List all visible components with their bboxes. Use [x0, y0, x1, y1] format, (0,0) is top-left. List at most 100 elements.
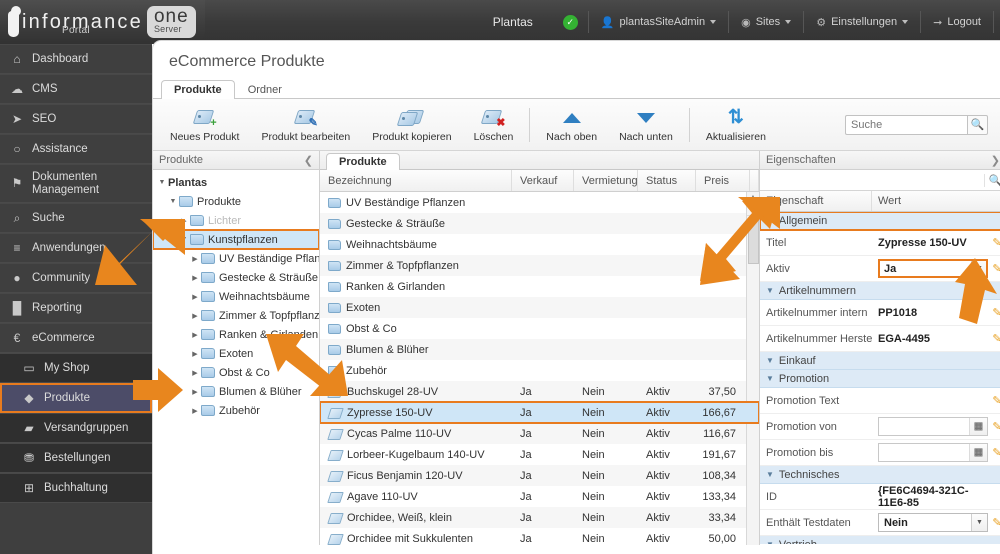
- property-row[interactable]: Promotion Text ✎: [760, 388, 1000, 414]
- grid-tab-produkte[interactable]: Produkte: [326, 153, 400, 170]
- tree-node-obst-co[interactable]: ▶ Obst & Co: [153, 363, 319, 382]
- chevron-right-icon[interactable]: ▶: [189, 407, 201, 415]
- chevron-right-icon[interactable]: ▶: [189, 255, 201, 263]
- pencil-edit-icon[interactable]: ✎: [988, 236, 1000, 249]
- column-header-bezeichnung[interactable]: Bezeichnung: [320, 170, 512, 191]
- column-header-verkauf[interactable]: Verkauf: [512, 170, 574, 191]
- move-up-button[interactable]: Nach oben: [535, 107, 608, 143]
- tree-node-lichter[interactable]: ▶ Lichter: [153, 211, 319, 230]
- column-header-preis[interactable]: Preis: [696, 170, 750, 191]
- tree-node-blumen-bl-her[interactable]: ▶ Blumen & Blüher: [153, 382, 319, 401]
- grid-scrollbar[interactable]: ▲ ▲: [746, 192, 759, 545]
- user-menu[interactable]: 👤 plantasSiteAdmin: [587, 11, 728, 33]
- sidebar-item-community[interactable]: ● Community: [0, 263, 152, 293]
- sidebar-item-produkte[interactable]: ◆ Produkte: [0, 383, 152, 413]
- tree-node-weihnachtsb-ume[interactable]: ▶ Weihnachtsbäume: [153, 287, 319, 306]
- sidebar-item-dashboard[interactable]: ⌂ Dashboard: [0, 44, 152, 74]
- chevron-down-icon[interactable]: ▼: [971, 260, 987, 277]
- property-section-vertrieb[interactable]: ▼ Vertrieb: [760, 536, 1000, 544]
- property-date-field[interactable]: ▦: [878, 417, 988, 436]
- chevron-right-icon[interactable]: ▶: [189, 388, 201, 396]
- property-dropdown[interactable]: Ja ▼: [878, 259, 988, 278]
- table-row[interactable]: Exoten: [320, 297, 759, 318]
- property-dropdown[interactable]: Nein ▼: [878, 513, 988, 532]
- property-row[interactable]: Artikelnummer Hersteller EGA-4495 ✎: [760, 326, 1000, 352]
- chevron-right-icon[interactable]: ▶: [189, 369, 201, 377]
- chevron-right-icon[interactable]: ▶: [189, 331, 201, 339]
- tree-node-produkte[interactable]: ▼ Produkte: [153, 192, 319, 211]
- table-row[interactable]: Blumen & Blüher: [320, 339, 759, 360]
- tree-node-zimmer-topfpflanzen[interactable]: ▶ Zimmer & Topfpflanzen: [153, 306, 319, 325]
- pencil-edit-icon[interactable]: ✎: [988, 332, 1000, 345]
- table-row[interactable]: Ficus Benjamin 120-UV Ja Nein Aktiv 108,34: [320, 465, 759, 486]
- table-row[interactable]: Zimmer & Topfpflanzen: [320, 255, 759, 276]
- pencil-edit-icon[interactable]: ✎: [988, 306, 1000, 319]
- table-row[interactable]: Ranken & Girlanden: [320, 276, 759, 297]
- pencil-edit-icon[interactable]: ✎: [988, 446, 1000, 459]
- search-icon[interactable]: 🔍: [967, 114, 988, 135]
- chevron-right-icon[interactable]: ▶: [189, 312, 201, 320]
- tree-node-kunstpflanzen[interactable]: ▼ Kunstpflanzen: [153, 229, 319, 250]
- table-row[interactable]: Zubehör: [320, 360, 759, 381]
- table-row[interactable]: Orchidee mit Sukkulenten Ja Nein Aktiv 50,00: [320, 528, 759, 545]
- chevron-down-icon[interactable]: ▼: [167, 198, 179, 205]
- table-row[interactable]: Obst & Co: [320, 318, 759, 339]
- column-header-vermietung[interactable]: Vermietung: [574, 170, 638, 191]
- new-product-button[interactable]: + Neues Produkt: [159, 107, 250, 143]
- tree-node-gestecke-str-u-e[interactable]: ▶ Gestecke & Sträuße: [153, 268, 319, 287]
- property-section-einkauf[interactable]: ▼ Einkauf: [760, 352, 1000, 370]
- property-row[interactable]: Enthält Testdaten Nein ▼ ✎: [760, 510, 1000, 536]
- property-row[interactable]: Artikelnummer intern PP1018 ✎: [760, 300, 1000, 326]
- sidebar-item-assistance[interactable]: ○ Assistance: [0, 134, 152, 164]
- app-logo[interactable]: informance Portal one Server: [0, 0, 205, 44]
- property-row[interactable]: Promotion bis ▦ ✎: [760, 440, 1000, 466]
- chevron-down-icon[interactable]: ▼: [156, 179, 168, 186]
- chevron-right-icon[interactable]: ▶: [178, 217, 190, 225]
- tree-node-ranken-girlanden[interactable]: ▶ Ranken & Girlanden: [153, 325, 319, 344]
- pencil-edit-icon[interactable]: ✎: [988, 516, 1000, 529]
- chevron-right-icon[interactable]: ❯: [991, 154, 1000, 167]
- sidebar-item-reporting[interactable]: █ Reporting: [0, 293, 152, 323]
- tree-node-zubeh-r[interactable]: ▶ Zubehör: [153, 401, 319, 420]
- sidebar-item-cms[interactable]: ☁ CMS: [0, 74, 152, 104]
- properties-search-input[interactable]: [760, 170, 984, 190]
- calendar-icon[interactable]: ▦: [969, 444, 987, 461]
- sidebar-item-suche[interactable]: ⌕ Suche: [0, 203, 152, 233]
- search-input[interactable]: [845, 114, 967, 135]
- status-indicator[interactable]: ✓: [551, 11, 588, 33]
- tree-node-plantas[interactable]: ▼ Plantas: [153, 173, 319, 192]
- table-row[interactable]: UV Beständige Pflanzen: [320, 192, 759, 213]
- chevron-left-icon[interactable]: ❮: [304, 154, 313, 167]
- tree-node-uv-best-ndige-pflanzen[interactable]: ▶ UV Beständige Pflanzen: [153, 249, 319, 268]
- sidebar-item-bestellungen[interactable]: ⛃ Bestellungen: [0, 443, 152, 473]
- sidebar-item-dokumenten-management[interactable]: ⚑ Dokumenten Management: [0, 164, 152, 203]
- table-row[interactable]: Weihnachtsbäume: [320, 234, 759, 255]
- property-row[interactable]: Promotion von ▦ ✎: [760, 414, 1000, 440]
- sidebar-item-buchhaltung[interactable]: ⊞ Buchhaltung: [0, 473, 152, 503]
- table-row[interactable]: Agave 110-UV Ja Nein Aktiv 133,34: [320, 486, 759, 507]
- chevron-right-icon[interactable]: ▶: [189, 350, 201, 358]
- chevron-right-icon[interactable]: ▶: [189, 274, 201, 282]
- tree-node-exoten[interactable]: ▶ Exoten: [153, 344, 319, 363]
- chevron-down-icon[interactable]: ▼: [178, 236, 190, 243]
- settings-menu[interactable]: ⚙ Einstellungen: [803, 11, 920, 33]
- property-section-technisches[interactable]: ▼ Technisches: [760, 466, 1000, 484]
- tab-ordner[interactable]: Ordner: [235, 80, 295, 99]
- sidebar-item-versandgruppen[interactable]: ▰ Versandgruppen: [0, 413, 152, 443]
- property-date-field[interactable]: ▦: [878, 443, 988, 462]
- pencil-edit-icon[interactable]: ✎: [988, 262, 1000, 275]
- table-row[interactable]: Lorbeer-Kugelbaum 140-UV Ja Nein Aktiv 191,6…: [320, 444, 759, 465]
- delete-product-button[interactable]: ✖ Löschen: [463, 107, 525, 143]
- property-row[interactable]: Aktiv Ja ▼ ✎: [760, 256, 1000, 282]
- property-section-artikelnummern[interactable]: ▼ Artikelnummern: [760, 282, 1000, 300]
- table-row[interactable]: Orchidee, Weiß, klein Ja Nein Aktiv 33,34: [320, 507, 759, 528]
- table-row[interactable]: Gestecke & Sträuße: [320, 213, 759, 234]
- column-header-status[interactable]: Status: [638, 170, 696, 191]
- property-section-allgemein[interactable]: ▼ Allgemein: [760, 212, 1000, 231]
- sites-menu[interactable]: ◉ Sites: [728, 11, 803, 33]
- calendar-icon[interactable]: ▦: [969, 418, 987, 435]
- copy-product-button[interactable]: Produkt kopieren: [361, 107, 462, 143]
- chevron-down-icon[interactable]: ▼: [971, 514, 987, 531]
- search-icon[interactable]: 🔍: [984, 173, 1000, 187]
- sidebar-item-seo[interactable]: ➤ SEO: [0, 104, 152, 134]
